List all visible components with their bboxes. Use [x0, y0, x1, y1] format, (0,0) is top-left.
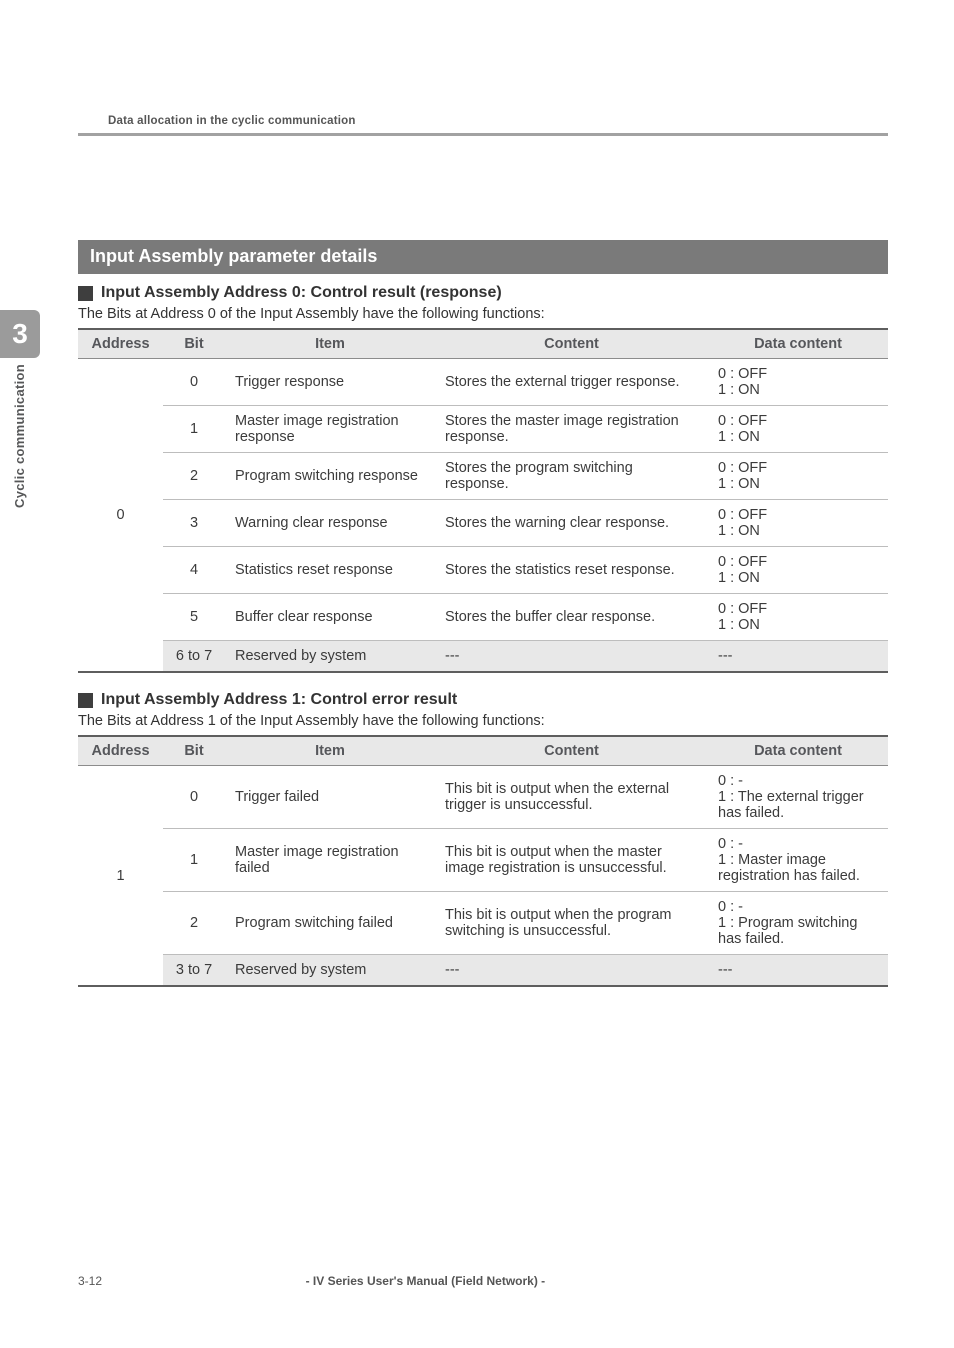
heading-1: Input Assembly Address 0: Control result… — [101, 284, 502, 302]
cell-data: 0 : - 1 : The external trigger has faile… — [708, 766, 888, 829]
square-bullet-icon — [78, 286, 93, 301]
cell-item: Statistics reset response — [225, 547, 435, 594]
cell-item: Program switching response — [225, 453, 435, 500]
cell-bit: 2 — [163, 892, 225, 955]
th-address: Address — [78, 329, 163, 359]
th-data: Data content — [708, 736, 888, 766]
cell-bit: 0 — [163, 766, 225, 829]
th-bit: Bit — [163, 736, 225, 766]
manual-title: - IV Series User's Manual (Field Network… — [105, 1274, 745, 1288]
cell-data: 0 : OFF 1 : ON — [708, 359, 888, 406]
cell-item: Master image registration response — [225, 406, 435, 453]
cell-item: Program switching failed — [225, 892, 435, 955]
th-item: Item — [225, 736, 435, 766]
table-header-row: Address Bit Item Content Data content — [78, 736, 888, 766]
desc-2: The Bits at Address 1 of the Input Assem… — [78, 713, 888, 729]
cell-data: --- — [708, 641, 888, 673]
th-bit: Bit — [163, 329, 225, 359]
cell-data: 0 : - 1 : Program switching has failed. — [708, 892, 888, 955]
table-address-1: Address Bit Item Content Data content 10… — [78, 735, 888, 987]
cell-content: Stores the statistics reset response. — [435, 547, 708, 594]
table-header-row: Address Bit Item Content Data content — [78, 329, 888, 359]
th-content: Content — [435, 329, 708, 359]
cell-bit: 0 — [163, 359, 225, 406]
table-row: 10Trigger failedThis bit is output when … — [78, 766, 888, 829]
cell-item: Trigger response — [225, 359, 435, 406]
chapter-number: 3 — [0, 310, 40, 358]
cell-bit: 2 — [163, 453, 225, 500]
cell-data: 0 : OFF 1 : ON — [708, 547, 888, 594]
heading-row-1: Input Assembly Address 0: Control result… — [78, 284, 888, 302]
table-row: 6 to 7Reserved by system------ — [78, 641, 888, 673]
th-data: Data content — [708, 329, 888, 359]
cell-item: Buffer clear response — [225, 594, 435, 641]
table-row: 5Buffer clear responseStores the buffer … — [78, 594, 888, 641]
cell-bit: 3 — [163, 500, 225, 547]
page-footer: 3-12 - IV Series User's Manual (Field Ne… — [78, 1274, 888, 1288]
table-row: 1Master image registration failedThis bi… — [78, 829, 888, 892]
cell-item: Reserved by system — [225, 955, 435, 987]
cell-item: Warning clear response — [225, 500, 435, 547]
cell-bit: 1 — [163, 406, 225, 453]
cell-data: 0 : OFF 1 : ON — [708, 594, 888, 641]
header-rule — [78, 133, 888, 136]
square-bullet-icon — [78, 693, 93, 708]
cell-item: Master image registration failed — [225, 829, 435, 892]
cell-bit: 6 to 7 — [163, 641, 225, 673]
cell-data: --- — [708, 955, 888, 987]
th-address: Address — [78, 736, 163, 766]
cell-content: Stores the buffer clear response. — [435, 594, 708, 641]
heading-2: Input Assembly Address 1: Control error … — [101, 691, 457, 709]
table-row: 3Warning clear responseStores the warnin… — [78, 500, 888, 547]
cell-data: 0 : OFF 1 : ON — [708, 406, 888, 453]
table-address-0: Address Bit Item Content Data content 00… — [78, 328, 888, 673]
page-content: Input Assembly parameter details Input A… — [78, 240, 888, 1005]
table-row: 3 to 7Reserved by system------ — [78, 955, 888, 987]
desc-1: The Bits at Address 0 of the Input Assem… — [78, 306, 888, 322]
cell-content: Stores the program switching response. — [435, 453, 708, 500]
cell-content: Stores the master image registration res… — [435, 406, 708, 453]
th-content: Content — [435, 736, 708, 766]
cell-bit: 5 — [163, 594, 225, 641]
cell-address: 1 — [78, 766, 163, 987]
cell-content: This bit is output when the external tri… — [435, 766, 708, 829]
cell-content: --- — [435, 641, 708, 673]
cell-data: 0 : - 1 : Master image registration has … — [708, 829, 888, 892]
section-banner: Input Assembly parameter details — [78, 240, 888, 274]
cell-bit: 1 — [163, 829, 225, 892]
cell-data: 0 : OFF 1 : ON — [708, 500, 888, 547]
cell-bit: 3 to 7 — [163, 955, 225, 987]
th-item: Item — [225, 329, 435, 359]
chapter-tab: 3 Cyclic communication — [0, 310, 40, 511]
table-row: 2Program switching failedThis bit is out… — [78, 892, 888, 955]
cell-content: --- — [435, 955, 708, 987]
table-row: 00Trigger responseStores the external tr… — [78, 359, 888, 406]
cell-item: Trigger failed — [225, 766, 435, 829]
heading-row-2: Input Assembly Address 1: Control error … — [78, 691, 888, 709]
cell-content: Stores the external trigger response. — [435, 359, 708, 406]
table-row: 2Program switching responseStores the pr… — [78, 453, 888, 500]
chapter-label: Cyclic communication — [12, 364, 27, 508]
cell-bit: 4 — [163, 547, 225, 594]
table-row: 1Master image registration responseStore… — [78, 406, 888, 453]
table-row: 4Statistics reset responseStores the sta… — [78, 547, 888, 594]
cell-content: This bit is output when the program swit… — [435, 892, 708, 955]
cell-data: 0 : OFF 1 : ON — [708, 453, 888, 500]
breadcrumb: Data allocation in the cyclic communicat… — [108, 115, 356, 127]
cell-address: 0 — [78, 359, 163, 673]
cell-content: This bit is output when the master image… — [435, 829, 708, 892]
cell-item: Reserved by system — [225, 641, 435, 673]
cell-content: Stores the warning clear response. — [435, 500, 708, 547]
page-number: 3-12 — [78, 1274, 102, 1288]
